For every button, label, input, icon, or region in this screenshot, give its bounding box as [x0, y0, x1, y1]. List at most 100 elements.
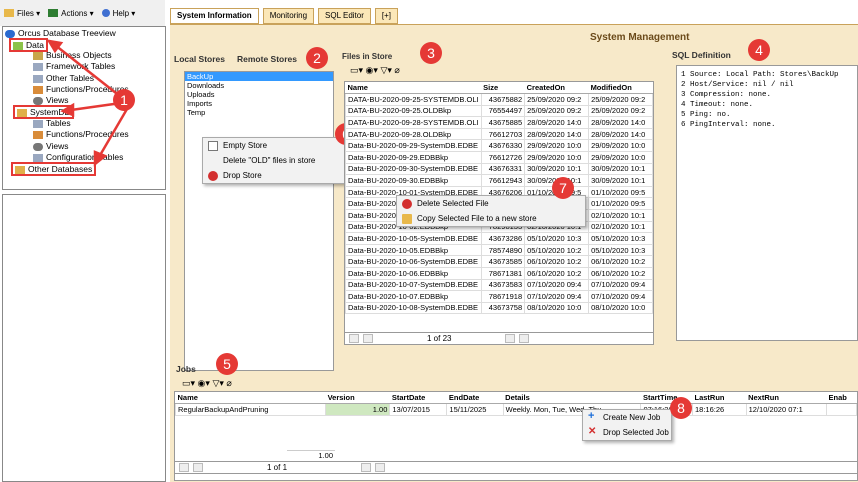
empty-store-item[interactable]: Empty Store [203, 138, 346, 153]
annotation-badge-8: 8 [670, 397, 692, 419]
table-cell: Data-BU-2020-10-07.EDBBkp [345, 290, 482, 303]
table-cell: 13/07/2015 [389, 403, 448, 416]
table-cell: 05/10/2020 10:3 [588, 232, 653, 245]
jobs-col-header[interactable]: Enab [826, 392, 857, 404]
next-page-button[interactable] [505, 334, 516, 343]
sql-line: 3 Compression: none. [681, 91, 772, 99]
prev-page-button[interactable] [193, 463, 203, 472]
jobs-col-header[interactable]: StartDate [389, 392, 447, 404]
table-cell: 02/10/2020 10:1 [588, 208, 653, 222]
table-row[interactable]: Data-BU-2020-10-08-SystemDB.EDBE 43673758… [345, 301, 653, 315]
files-col-header[interactable]: ModifiedOn [588, 82, 653, 94]
table-row[interactable]: Data-BU-2020-09-29.EDBBkp 76612726 29/09/2… [345, 150, 653, 164]
table-row[interactable]: Data-BU-2020-09-29-SystemDB.EDBE 43676330… [345, 139, 653, 152]
drop-selected-job-item[interactable]: ✕ Drop Selected Job [583, 425, 671, 440]
tab-add[interactable]: [+] [374, 8, 399, 24]
table-row[interactable]: Data-BU-2020-10-07.EDBBkp 78671918 07/10/2… [345, 290, 653, 303]
print-icon[interactable]: ▭▾ [182, 378, 195, 388]
tab-remote-stores[interactable]: Remote Stores [237, 54, 297, 64]
drop-store-item[interactable]: Drop Store [203, 168, 346, 183]
clear-filter-icon[interactable]: ⌀ [226, 378, 231, 388]
store-item[interactable]: Imports [185, 99, 333, 108]
jobs-col-header[interactable]: Name [175, 392, 326, 404]
table-row[interactable]: DATA-BU-2020-09-25-SYSTEMDB.OLI 43675882 2… [345, 93, 653, 106]
tab-system-information[interactable]: System Information [170, 8, 259, 24]
jobs-col-header[interactable]: EndDate [446, 392, 504, 404]
sql-line: 1 Source: Local Path: Stores\BackUp [681, 71, 839, 79]
filter-icon[interactable]: ▽▾ [380, 65, 391, 75]
table-cell: 78574890 [480, 243, 526, 257]
last-page-button[interactable] [375, 463, 386, 472]
table-cell: 07/10/2020 09:4 [588, 290, 653, 303]
print-icon[interactable]: ▭▾ [350, 65, 363, 75]
jobs-col-header[interactable]: NextRun [746, 392, 827, 404]
table-cell: 02/10/2020 10:1 [588, 220, 653, 234]
table-cell: 08/10/2020 10:0 [524, 301, 590, 315]
filter-icon[interactable]: ▽▾ [212, 378, 223, 388]
store-item[interactable]: Uploads [185, 90, 333, 99]
store-item[interactable]: Temp [185, 108, 333, 117]
table-cell: 1.00 [325, 403, 391, 416]
export-icon[interactable]: ◉▾ [366, 65, 378, 75]
help-menu[interactable]: Help ▾ [101, 9, 135, 18]
table-cell: 28/09/2020 14:0 [588, 127, 653, 141]
table-row[interactable]: Data-BU-2020-10-05-SystemDB.EDBE 43673286… [345, 232, 653, 245]
sql-line: 6 PingInterval: none. [681, 121, 776, 129]
table-cell: 76554497 [480, 104, 526, 118]
prev-page-button[interactable] [363, 334, 373, 343]
table-row[interactable]: RegularBackupAndPruning 1.00 13/07/2015 15/… [175, 403, 857, 416]
close-icon: ✕ [588, 426, 597, 437]
table-cell: 29/09/2020 10:0 [524, 150, 590, 164]
tab-monitoring[interactable]: Monitoring [262, 8, 315, 24]
table-cell: 43673585 [480, 255, 526, 268]
last-page-button[interactable] [519, 334, 530, 343]
table-row[interactable]: Data-BU-2020-10-06.EDBBkp 78671381 06/10/2… [345, 266, 653, 280]
jobs-col-header[interactable]: Details [503, 392, 641, 404]
table-cell [825, 403, 857, 416]
copy-file-item[interactable]: Copy Selected File to a new store [397, 211, 585, 226]
table-cell: 28/09/2020 14:0 [524, 127, 590, 141]
files-menu[interactable]: Files ▾ [4, 9, 40, 18]
sql-line: 4 Timeout: none. [681, 101, 754, 109]
files-col-header[interactable]: CreatedOn [524, 82, 589, 94]
store-context-menu: Empty Store Delete "OLD" files in store … [202, 137, 347, 184]
files-col-header[interactable]: Size [481, 82, 525, 94]
first-page-button[interactable] [349, 334, 359, 343]
delete-old-files-item[interactable]: Delete "OLD" files in store [203, 153, 346, 168]
table-row[interactable]: DATA-BU-2020-09-28.OLDBkp 76612703 28/09/2… [345, 127, 653, 141]
table-cell: DATA-BU-2020-09-28.OLDBkp [345, 127, 482, 141]
tab-sql-editor[interactable]: SQL Editor [318, 8, 371, 24]
table-row[interactable]: Data-BU-2020-10-05.EDBBkp 78574890 05/10/2… [345, 243, 653, 257]
delete-selected-file-item[interactable]: Delete Selected File [397, 196, 585, 211]
table-cell: 30/09/2020 10:1 [588, 162, 653, 176]
annotation-badge-2: 2 [306, 47, 328, 69]
table-cell: 08/10/2020 10:0 [588, 301, 653, 315]
export-icon[interactable]: ◉▾ [198, 378, 210, 388]
table-cell: 43676331 [480, 162, 526, 176]
table-row[interactable]: Data-BU-2020-10-06-SystemDB.EDBE 43673585… [345, 255, 653, 268]
table-row[interactable]: DATA-BU-2020-09-25.OLDBkp 76554497 25/09/2… [345, 104, 653, 118]
store-item[interactable]: Downloads [185, 81, 333, 90]
store-item[interactable]: BackUp [185, 72, 333, 81]
clear-filter-icon[interactable]: ⌀ [394, 65, 399, 75]
sql-definition-box[interactable]: 1 Source: Local Path: Stores\BackUp 2 Ho… [676, 65, 858, 341]
annotation-badge-7: 7 [552, 177, 574, 199]
delete-icon [402, 199, 412, 209]
table-cell: 05/10/2020 10:3 [588, 243, 653, 257]
jobs-col-header[interactable]: Version [325, 392, 390, 404]
table-row[interactable]: DATA-BU-2020-09-28-SYSTEMDB.OLI 43675885 2… [345, 116, 653, 129]
create-new-job-item[interactable]: + Create New Job [583, 410, 671, 425]
tab-local-stores[interactable]: Local Stores [174, 54, 225, 64]
table-row[interactable]: Data-BU-2020-10-07-SystemDB.EDBE 43673583… [345, 278, 653, 292]
first-page-button[interactable] [179, 463, 189, 472]
main-panel: System Management Local Stores Remote St… [170, 24, 858, 482]
page-icon [208, 141, 218, 151]
table-cell: 43675885 [480, 116, 526, 129]
annotation-badge-5: 5 [216, 353, 238, 375]
jobs-col-header[interactable]: LastRun [692, 392, 747, 404]
actions-menu[interactable]: Actions ▾ [48, 9, 94, 18]
table-row[interactable]: Data-BU-2020-09-30.EDBBkp 76612943 30/09/2… [345, 174, 653, 187]
files-col-header[interactable]: Name [345, 82, 482, 94]
next-page-button[interactable] [361, 463, 372, 472]
table-row[interactable]: Data-BU-2020-09-30-SystemDB.EDBE 43676331… [345, 162, 653, 176]
